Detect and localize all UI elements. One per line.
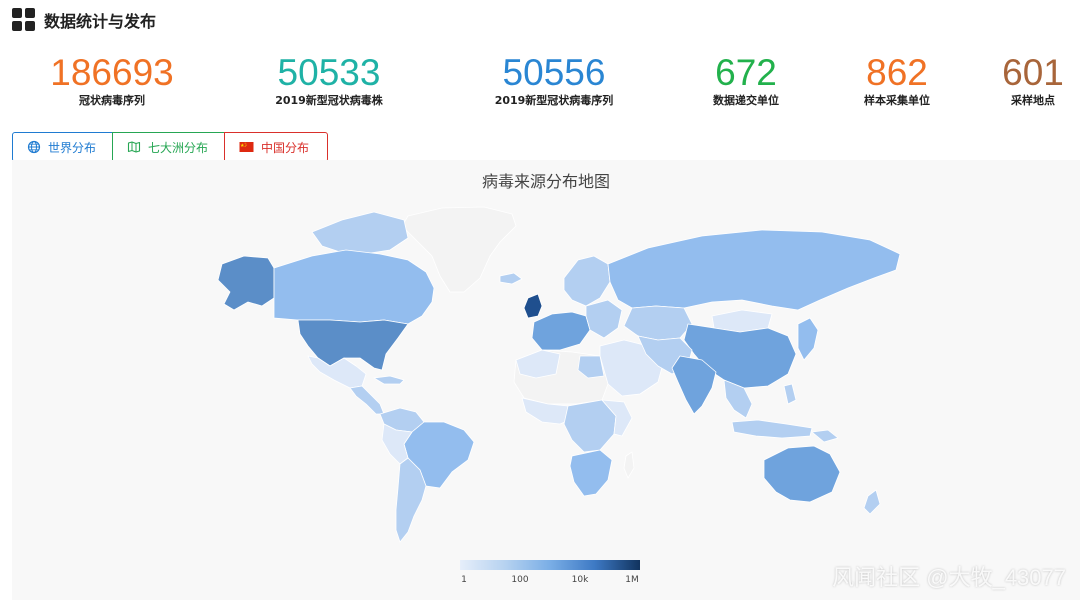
legend-tick: 1M xyxy=(625,575,639,585)
map-legend: 1 100 10k 1M xyxy=(460,560,640,589)
watermark: 风闻社区 @大牧_43077 xyxy=(832,565,1066,590)
country-southern-africa[interactable] xyxy=(569,449,613,497)
country-canada[interactable] xyxy=(273,249,435,325)
section-header: 数据统计与发布 xyxy=(12,8,156,32)
country-central-america[interactable] xyxy=(349,385,385,415)
globe-icon xyxy=(27,140,41,154)
tab-world-distribution[interactable]: 世界分布 xyxy=(12,132,113,162)
stat-value: 672 xyxy=(715,52,777,93)
legend-tick: 1 xyxy=(461,575,467,585)
stat-2019-ncov-strains: 50533 2019新型冠状病毒株 xyxy=(275,52,383,108)
map-panel: 病毒来源分布地图 1 100 10k 1M xyxy=(12,160,1080,600)
country-caribbean[interactable] xyxy=(373,375,405,385)
stat-value: 50533 xyxy=(277,52,381,93)
map-icon xyxy=(127,141,141,153)
legend-tick: 10k xyxy=(571,575,589,585)
page-title: 数据统计与发布 xyxy=(44,12,157,31)
country-morocco-algeria[interactable] xyxy=(515,349,561,379)
stat-label: 样本采集单位 xyxy=(864,94,930,107)
legend-tick: 100 xyxy=(511,575,529,585)
country-europe-east[interactable] xyxy=(585,299,623,339)
stat-coronavirus-sequences: 186693 冠状病毒序列 xyxy=(50,52,173,108)
stat-sampling-locations: 601 采样地点 xyxy=(1002,52,1064,108)
legend-color-bar xyxy=(460,560,640,570)
country-madagascar[interactable] xyxy=(623,451,635,479)
country-indonesia[interactable] xyxy=(731,419,813,439)
tab-label: 世界分布 xyxy=(48,140,97,155)
stat-value: 186693 xyxy=(50,52,174,93)
country-australia[interactable] xyxy=(763,445,841,503)
distribution-tabs: 世界分布 七大洲分布 中国分布 xyxy=(12,132,328,162)
stat-label: 采样地点 xyxy=(1010,94,1055,107)
country-iceland[interactable] xyxy=(499,272,523,285)
china-flag-icon xyxy=(239,142,254,152)
country-central-asia[interactable] xyxy=(623,305,693,341)
country-japan-korea[interactable] xyxy=(797,317,819,361)
dashboard-grid-icon xyxy=(12,8,36,32)
legend-ticks: 1 100 10k 1M xyxy=(460,575,640,589)
world-map xyxy=(217,206,901,543)
country-europe-west[interactable] xyxy=(531,311,591,351)
stat-label: 数据递交单位 xyxy=(713,94,779,107)
stat-label: 2019新型冠状病毒序列 xyxy=(494,94,614,107)
country-new-zealand[interactable] xyxy=(863,489,881,515)
tab-china-distribution[interactable]: 中国分布 xyxy=(224,132,328,162)
tab-continent-distribution[interactable]: 七大洲分布 xyxy=(112,132,225,162)
stat-value: 862 xyxy=(866,52,928,93)
stat-value: 601 xyxy=(1002,52,1064,93)
stat-label: 2019新型冠状病毒株 xyxy=(275,94,383,107)
tab-label: 中国分布 xyxy=(261,140,310,155)
stat-value: 50556 xyxy=(502,52,606,93)
country-united-kingdom[interactable] xyxy=(523,293,543,319)
country-canada-arctic[interactable] xyxy=(311,211,409,255)
stat-submitting-units: 672 数据递交单位 xyxy=(713,52,779,108)
stat-sampling-units: 862 样本采集单位 xyxy=(864,52,930,108)
country-alaska[interactable] xyxy=(217,255,275,311)
stat-label: 冠状病毒序列 xyxy=(79,94,145,107)
stat-2019-ncov-sequences: 50556 2019新型冠状病毒序列 xyxy=(495,52,614,108)
country-russia[interactable] xyxy=(607,229,901,311)
country-scandinavia[interactable] xyxy=(563,255,611,307)
stats-row: 186693 冠状病毒序列 50533 2019新型冠状病毒株 50556 20… xyxy=(0,52,1080,116)
country-papua-new-guinea[interactable] xyxy=(811,429,839,443)
tab-label: 七大洲分布 xyxy=(148,140,209,155)
map-title: 病毒来源分布地图 xyxy=(481,172,610,191)
country-central-africa[interactable] xyxy=(563,399,617,453)
country-philippines[interactable] xyxy=(783,383,797,405)
